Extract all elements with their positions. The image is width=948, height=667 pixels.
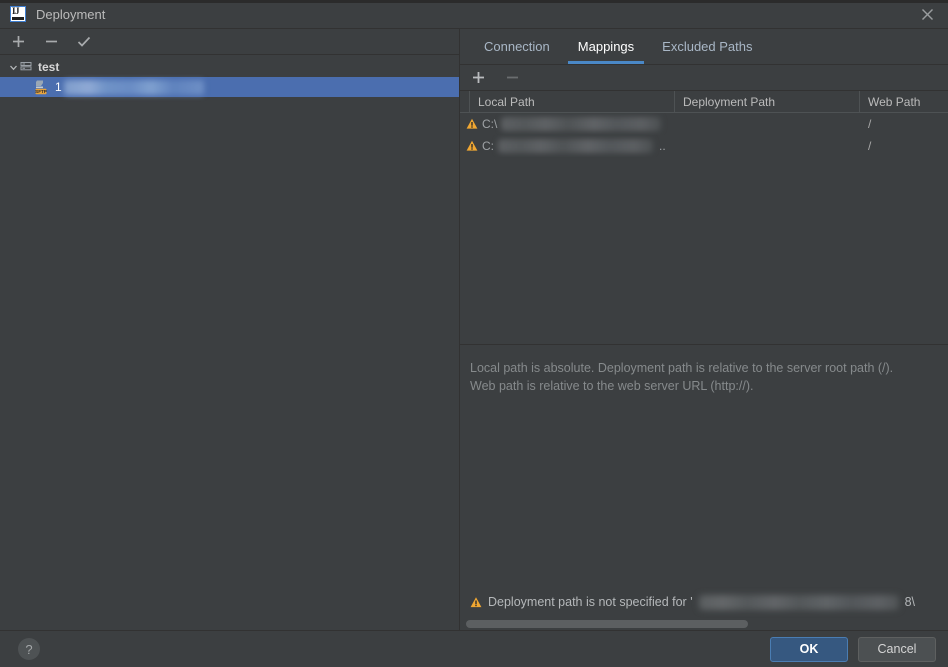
tab-mappings[interactable]: Mappings xyxy=(564,29,648,64)
column-header-deployment-path[interactable]: Deployment Path xyxy=(675,91,860,112)
intellij-idea-icon xyxy=(10,6,26,22)
local-path-redacted xyxy=(498,139,653,153)
ok-button[interactable]: OK xyxy=(770,636,848,662)
horizontal-scrollbar-thumb[interactable] xyxy=(466,620,748,628)
chevron-down-icon[interactable] xyxy=(6,60,20,74)
settings-tabs: Connection Mappings Excluded Paths xyxy=(460,29,948,65)
cell-web-path[interactable]: / xyxy=(860,113,948,135)
close-icon[interactable] xyxy=(912,3,942,25)
set-default-server-button[interactable] xyxy=(74,32,94,52)
remove-server-button[interactable] xyxy=(41,32,61,52)
dialog-footer: ? OK Cancel xyxy=(0,630,948,667)
cell-local-path[interactable]: C: .. xyxy=(460,135,675,157)
warning-triangle-icon xyxy=(466,140,478,152)
validation-status-bar: Deployment path is not specified for ' 8… xyxy=(460,586,948,618)
tree-item-label-redacted xyxy=(63,79,204,95)
tab-excluded-paths[interactable]: Excluded Paths xyxy=(648,29,766,64)
help-button[interactable]: ? xyxy=(18,638,40,660)
add-server-button[interactable] xyxy=(8,32,28,52)
validation-status-text: Deployment path is not specified for ' xyxy=(488,595,693,609)
mappings-hint: Local path is absolute. Deployment path … xyxy=(460,345,948,586)
column-header-local-path[interactable]: Local Path xyxy=(470,91,675,112)
server-settings-panel: Connection Mappings Excluded Paths Local… xyxy=(460,29,948,630)
tree-item-sftp-server[interactable]: SFTP 1 xyxy=(0,77,459,97)
mappings-toolbar xyxy=(460,65,948,90)
deployment-dialog: Deployment xyxy=(0,0,948,667)
hint-line-1: Local path is absolute. Deployment path … xyxy=(470,361,894,375)
local-path-prefix: C: xyxy=(482,139,494,153)
mappings-table-body: C:\ / C: .. / xyxy=(460,113,948,344)
cell-deployment-path[interactable] xyxy=(675,135,860,157)
column-header-web-path[interactable]: Web Path xyxy=(860,91,948,112)
sftp-server-icon: SFTP xyxy=(34,79,50,95)
tree-item-label: 1 xyxy=(55,80,62,94)
cancel-button[interactable]: Cancel xyxy=(858,636,936,662)
validation-status-redacted xyxy=(698,594,899,610)
validation-status-tail: 8\ xyxy=(904,595,916,609)
mappings-table-header: Local Path Deployment Path Web Path xyxy=(460,91,948,113)
cell-deployment-path[interactable] xyxy=(675,113,860,135)
tab-connection[interactable]: Connection xyxy=(470,29,564,64)
title-bar-top-strip xyxy=(0,0,948,3)
title-bar: Deployment xyxy=(0,0,948,28)
cell-local-path[interactable]: C:\ xyxy=(460,113,675,135)
local-path-prefix: C:\ xyxy=(482,117,498,131)
hint-line-2: Web path is relative to the web server U… xyxy=(470,379,754,393)
servers-panel: test SFTP 1 xyxy=(0,29,460,630)
table-row[interactable]: C: .. / xyxy=(460,135,948,157)
dialog-body: test SFTP 1 Connection Mappings Excluded… xyxy=(0,28,948,630)
svg-text:SFTP: SFTP xyxy=(35,89,47,94)
warning-triangle-icon xyxy=(466,118,478,130)
horizontal-scrollbar[interactable] xyxy=(466,618,946,630)
servers-tree[interactable]: test SFTP 1 xyxy=(0,55,459,630)
server-group-icon xyxy=(20,61,33,74)
cell-web-path[interactable]: / xyxy=(860,135,948,157)
local-path-suffix: .. xyxy=(659,139,666,153)
servers-toolbar xyxy=(0,29,459,55)
window-title: Deployment xyxy=(36,6,106,22)
mappings-table: Local Path Deployment Path Web Path C:\ … xyxy=(460,90,948,345)
warning-triangle-icon xyxy=(470,596,482,608)
tree-group-label: test xyxy=(38,60,60,74)
add-mapping-button[interactable] xyxy=(468,68,488,88)
tree-group-test[interactable]: test xyxy=(0,57,459,77)
table-row[interactable]: C:\ / xyxy=(460,113,948,135)
remove-mapping-button xyxy=(502,68,522,88)
table-header-gutter xyxy=(460,91,470,112)
local-path-redacted xyxy=(501,117,662,131)
